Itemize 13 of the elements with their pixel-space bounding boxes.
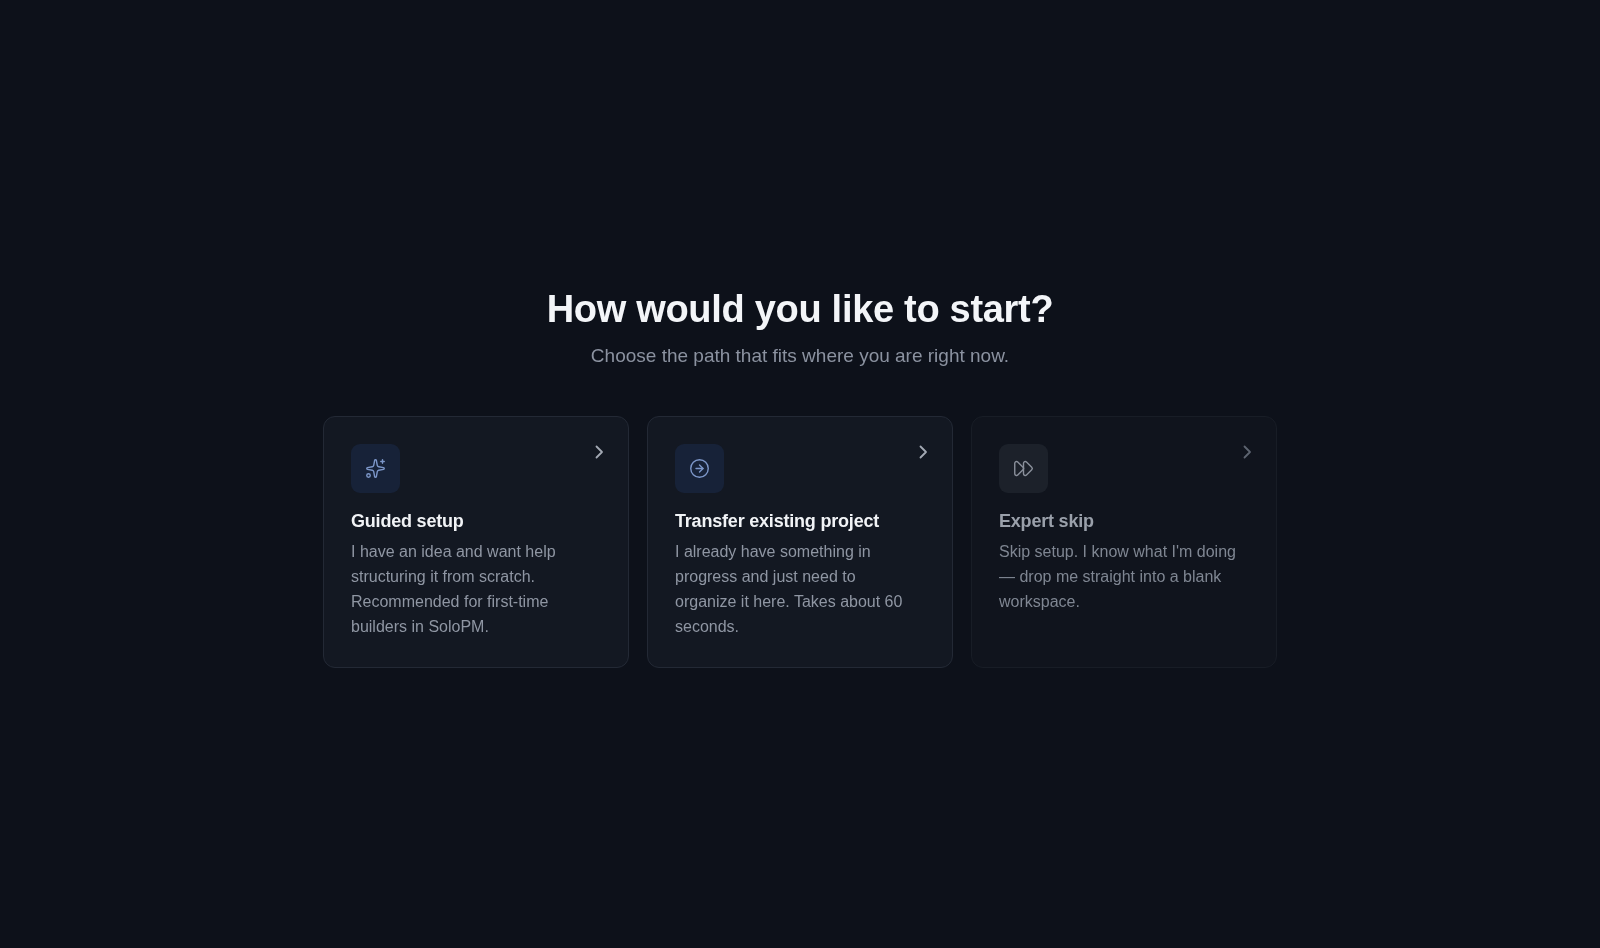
fast-forward-icon (999, 444, 1048, 493)
option-card[interactable]: Transfer existing project I already have something in progress and just need to organize it here. Takes about 60 seconds. (647, 416, 953, 668)
option-card[interactable]: Guided setup I have an idea and want help structuring it from scratch. Recommended for first-time builders in SoloPM. (323, 416, 629, 668)
card-description: Skip setup. I know what I'm doing — drop me straight into a blank workspace. (999, 542, 1237, 612)
card-description: I have an idea and want help structuring it from scratch. Recommended for first-time builders in SoloPM. (351, 542, 557, 637)
card-description: I already have something in progress and just need to organize it here. Takes about 60 seconds. (675, 542, 904, 637)
page-subtitle: Choose the path that fits where you are right now. (590, 344, 1010, 368)
sparkles-icon (351, 444, 400, 493)
card-title: Guided setup (351, 510, 464, 533)
card-title: Expert skip (999, 510, 1094, 533)
option-card[interactable]: Expert skip Skip setup. I know what I'm doing — drop me straight into a blank workspace. (971, 416, 1277, 668)
page-heading: How would you like to start? (546, 287, 1054, 332)
card-title: Transfer existing project (675, 510, 880, 533)
